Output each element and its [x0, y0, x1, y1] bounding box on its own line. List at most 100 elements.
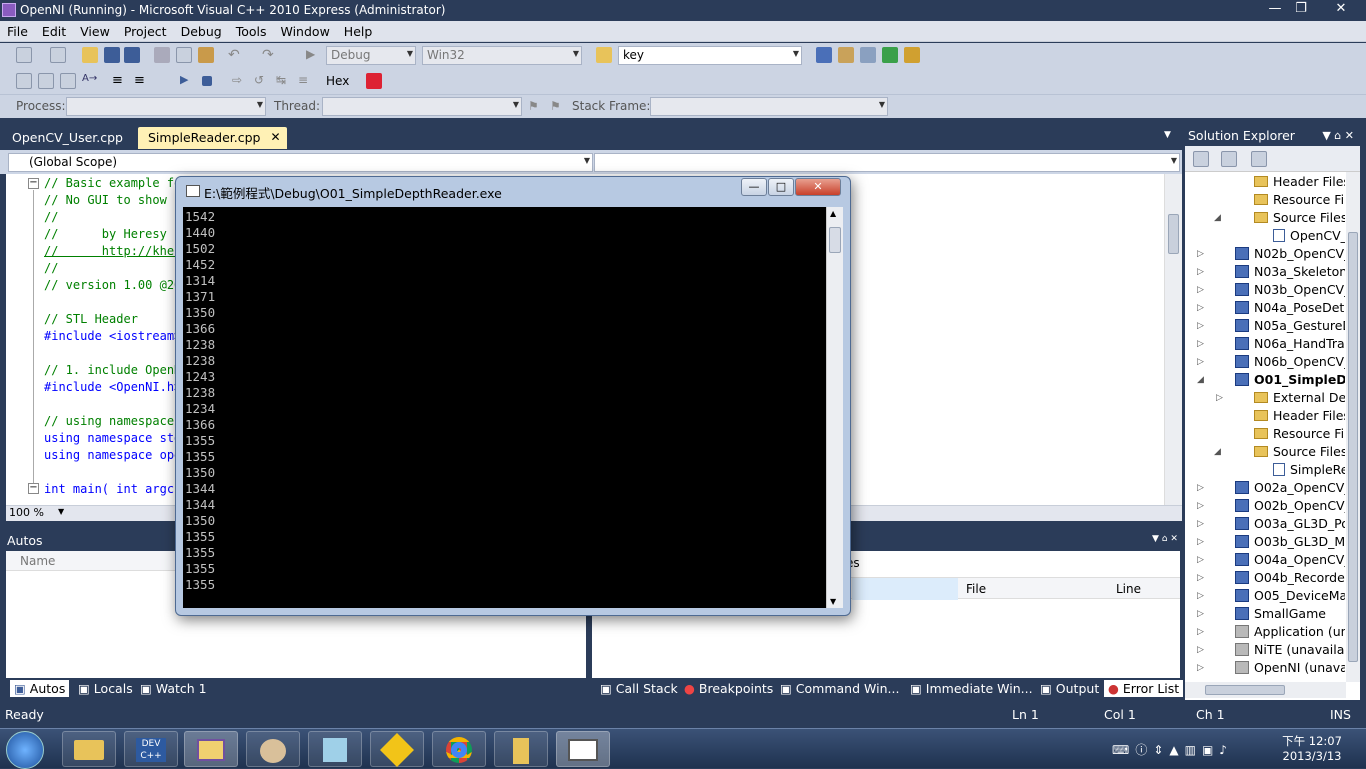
solution-tree-item[interactable]: N04a_PoseDetecti	[1235, 300, 1345, 315]
close-tab-icon[interactable]: ✕	[270, 130, 280, 144]
member-select[interactable]: ▼	[594, 153, 1180, 172]
name-column-header[interactable]: Name	[20, 554, 55, 568]
tab-watch-1[interactable]: ▣ Watch 1	[136, 680, 211, 697]
tab-error-list[interactable]: ● Error List	[1104, 680, 1184, 697]
toolbox-icon[interactable]	[860, 47, 876, 63]
cut-icon[interactable]	[154, 47, 170, 63]
zoom-level[interactable]: 100 %	[9, 506, 44, 519]
solution-tree-item[interactable]: O04b_Recorder	[1235, 570, 1345, 585]
expand-arrow-icon[interactable]: ▷	[1216, 393, 1223, 403]
find-in-files-icon[interactable]	[596, 47, 612, 63]
taskbar-devcpp-icon[interactable]: DEV C++	[124, 731, 178, 767]
tab-locals[interactable]: ▣ Locals	[74, 680, 137, 697]
menu-window[interactable]: Window	[274, 21, 337, 42]
menu-edit[interactable]: Edit	[35, 21, 73, 42]
complete-word-icon[interactable]: A→	[82, 73, 98, 89]
step-out-icon[interactable]: ↹	[276, 73, 292, 89]
new-project-icon[interactable]	[16, 47, 32, 63]
expand-arrow-icon[interactable]: ▷	[1197, 591, 1204, 601]
menu-debug[interactable]: Debug	[174, 21, 229, 42]
solution-tree-item[interactable]: O05_DeviceManag	[1235, 588, 1345, 603]
solution-tree-item[interactable]: O02b_OpenCV_Vie	[1235, 498, 1345, 513]
tab-dropdown-icon[interactable]: ▼	[1164, 130, 1171, 140]
comment-icon[interactable]: ≡	[134, 73, 150, 89]
stop-debugging-icon[interactable]	[202, 76, 212, 86]
redo-icon[interactable]: ↷	[262, 47, 278, 63]
tab-command-window[interactable]: ▣ Command Win...	[776, 680, 903, 697]
tab-simplereader-cpp[interactable]: SimpleReader.cpp ✕	[138, 127, 287, 149]
console-maximize-button[interactable]: □	[768, 178, 794, 196]
solution-tree-item[interactable]: Resource Files	[1254, 192, 1345, 207]
tab-opencv-user-cpp[interactable]: OpenCV_User.cpp	[2, 127, 133, 149]
close-button[interactable]: ✕	[1326, 0, 1356, 18]
console-scrollbar[interactable]: ▲ ▼	[826, 207, 843, 608]
console-window[interactable]: E:\範例程式\Debug\O01_SimpleDepthReader.exe …	[175, 176, 851, 616]
expand-arrow-icon[interactable]: ▷	[1197, 609, 1204, 619]
solution-tree-item[interactable]: Source Files	[1254, 444, 1345, 459]
expand-arrow-icon[interactable]: ▷	[1197, 249, 1204, 259]
expand-arrow-icon[interactable]: ▷	[1197, 555, 1204, 565]
solution-tree-item[interactable]: N03a_Skeleton	[1235, 264, 1345, 279]
continue-icon[interactable]: ▶	[306, 47, 322, 63]
class-view-icon[interactable]	[904, 47, 920, 63]
solution-tree-item[interactable]: SimpleRead	[1273, 462, 1345, 477]
expand-arrow-icon[interactable]: ▷	[1197, 357, 1204, 367]
menu-project[interactable]: Project	[117, 21, 174, 42]
thread-select[interactable]: ▼	[322, 97, 522, 116]
expand-arrow-icon[interactable]: ▷	[1197, 573, 1204, 583]
collapse-function-icon[interactable]: −	[28, 483, 39, 494]
solution-tree-item[interactable]: O02a_OpenCV_Vie	[1235, 480, 1345, 495]
scroll-thumb[interactable]	[1168, 214, 1179, 254]
collapse-arrow-icon[interactable]: ◢	[1214, 447, 1221, 457]
scope-select[interactable]: (Global Scope) ▼	[8, 153, 593, 172]
solution-tree-item[interactable]: Header Files	[1254, 174, 1345, 189]
show-next-statement-icon[interactable]: ⇨	[232, 73, 248, 89]
solution-vertical-scrollbar[interactable]	[1346, 172, 1360, 682]
expand-arrow-icon[interactable]: ▷	[1197, 285, 1204, 295]
undo-icon[interactable]: ↶	[228, 47, 244, 63]
taskbar-app-icon[interactable]	[370, 731, 424, 767]
tab-breakpoints[interactable]: ● Breakpoints	[680, 680, 777, 697]
properties-icon[interactable]	[1193, 151, 1209, 167]
solution-tree-item[interactable]: O03b_GL3D_Mesh	[1235, 534, 1345, 549]
solution-horizontal-scrollbar[interactable]	[1185, 682, 1346, 698]
expand-arrow-icon[interactable]: ▷	[1197, 339, 1204, 349]
solution-tree-item[interactable]: Header Files	[1254, 408, 1345, 423]
flag-threads-icon[interactable]: ⚑	[550, 99, 566, 115]
solution-tree-item[interactable]: N06b_OpenCV_Ha	[1235, 354, 1345, 369]
solution-platform-select[interactable]: Win32 ▼	[422, 46, 582, 65]
solution-hscroll-thumb[interactable]	[1205, 685, 1285, 695]
refresh-icon[interactable]	[1251, 151, 1267, 167]
tab-output[interactable]: ▣ Output	[1036, 680, 1103, 697]
expand-arrow-icon[interactable]: ▷	[1197, 663, 1204, 673]
paste-icon[interactable]	[198, 47, 214, 63]
open-file-icon[interactable]	[82, 47, 98, 63]
stack-frame-select[interactable]: ▼	[650, 97, 888, 116]
maximize-button[interactable]: ❐	[1288, 0, 1314, 18]
file-column-header[interactable]: File	[966, 582, 986, 596]
solution-tree-item[interactable]: N06a_HandTrackin	[1235, 336, 1345, 351]
tab-call-stack[interactable]: ▣ Call Stack	[596, 680, 682, 697]
solution-tree-item[interactable]: OpenNI (unavailab	[1235, 660, 1345, 675]
solution-tree-item[interactable]: N05a_GestureDete	[1235, 318, 1345, 333]
console-scroll-thumb[interactable]	[829, 227, 841, 253]
console-scroll-down-icon[interactable]: ▼	[830, 597, 836, 606]
solution-scroll-thumb[interactable]	[1348, 232, 1358, 662]
taskbar-explorer-icon[interactable]	[62, 731, 116, 767]
menu-tools[interactable]: Tools	[229, 21, 274, 42]
solution-tree-item[interactable]: O03a_GL3D_Point	[1235, 516, 1345, 531]
taskbar-clock[interactable]: 下午 12:07 2013/3/13	[1282, 733, 1342, 763]
indent-icon[interactable]: ≡	[112, 73, 128, 89]
expand-arrow-icon[interactable]: ▷	[1197, 483, 1204, 493]
expand-arrow-icon[interactable]: ◢	[1197, 375, 1204, 385]
expand-arrow-icon[interactable]: ▷	[1197, 267, 1204, 277]
solution-config-select[interactable]: Debug ▼	[326, 46, 416, 65]
line-column-header[interactable]: Line	[1116, 582, 1141, 596]
tab-immediate-window[interactable]: ▣ Immediate Win...	[906, 680, 1037, 697]
taskbar-visual-studio-icon[interactable]	[184, 731, 238, 767]
quick-info-icon[interactable]	[60, 73, 76, 89]
show-all-files-icon[interactable]	[1221, 151, 1237, 167]
breakpoint-list-icon[interactable]: ≡	[298, 73, 314, 89]
tab-autos[interactable]: ▣ Autos	[10, 680, 70, 697]
save-all-icon[interactable]	[124, 47, 140, 63]
